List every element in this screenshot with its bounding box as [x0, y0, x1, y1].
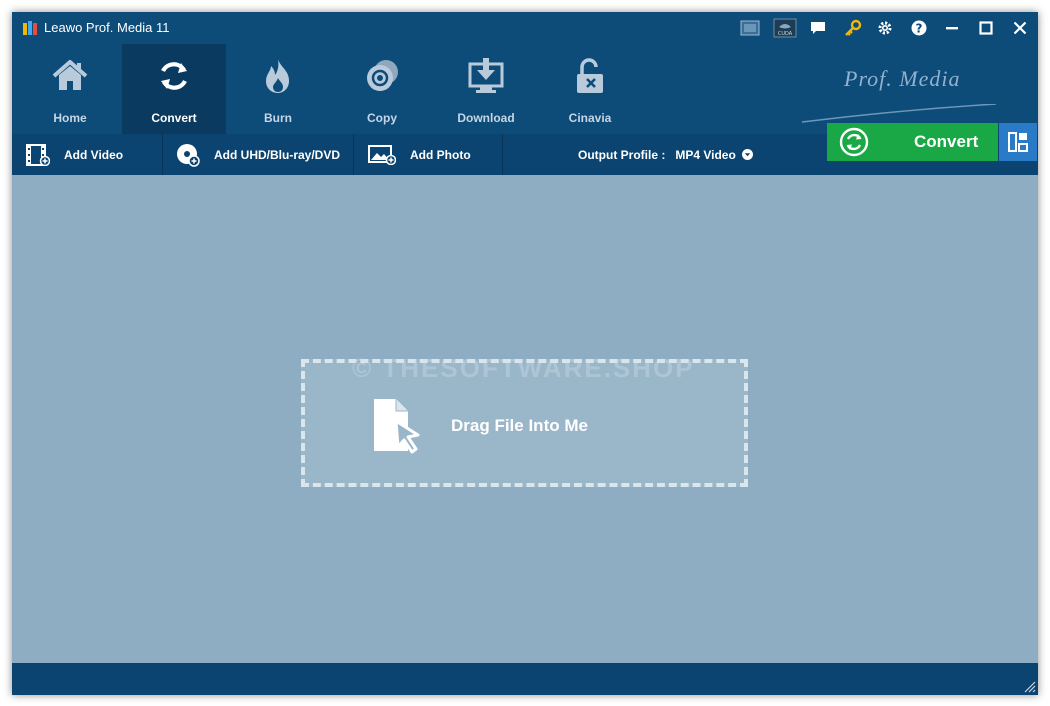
svg-text:?: ?: [916, 22, 923, 36]
layout-toggle-button[interactable]: [999, 123, 1037, 161]
cuda-icon[interactable]: CUDA: [772, 18, 798, 38]
nav-item-home[interactable]: Home: [18, 44, 122, 134]
close-icon[interactable]: [1009, 18, 1031, 38]
nav-label-convert: Convert: [151, 111, 197, 125]
add-disc-button[interactable]: Add UHD/Blu-ray/DVD: [176, 134, 340, 175]
brand-swoosh: [801, 104, 997, 123]
chevron-down-icon: [741, 149, 753, 160]
add-video-button[interactable]: Add Video: [26, 134, 123, 175]
svg-text:CUDA: CUDA: [778, 31, 793, 37]
flame-icon: [266, 59, 289, 93]
add-photo-button[interactable]: Add Photo: [368, 134, 471, 175]
disc-copy-icon: [367, 60, 398, 91]
nav-item-cinavia[interactable]: Cinavia: [538, 44, 642, 134]
maximize-icon[interactable]: [975, 18, 997, 38]
app-window: Leawo Prof. Media 11 CUDA ? Home Convert…: [12, 12, 1038, 695]
help-icon[interactable]: ?: [908, 18, 930, 38]
nav-label-burn: Burn: [264, 111, 292, 125]
screen-icon[interactable]: [739, 18, 761, 38]
convert-button-label: Convert: [914, 132, 979, 151]
nav-label-download: Download: [457, 111, 515, 125]
layout-icon: [1008, 132, 1028, 152]
toolbar-divider: [162, 134, 163, 175]
refresh-circle-icon: [839, 127, 869, 157]
window-title: Leawo Prof. Media 11: [44, 20, 170, 35]
refresh-icon: [161, 62, 187, 90]
unlock-icon: [577, 58, 603, 93]
add-video-label: Add Video: [64, 147, 124, 162]
module-nav: Home Convert Burn Copy Download Cinavia …: [12, 44, 1038, 134]
toolbar-divider: [353, 134, 354, 175]
output-profile-value: MP4 Video: [675, 147, 736, 162]
main-content: © THESOFTWARE.SHOP Drag File Into Me: [12, 175, 1038, 663]
brand-logo: Prof. Media: [844, 66, 961, 91]
minimize-icon[interactable]: [941, 18, 963, 38]
film-icon: [26, 143, 50, 166]
output-profile-selector[interactable]: Output Profile : MP4 Video: [578, 134, 753, 175]
nav-item-download[interactable]: Download: [434, 44, 538, 134]
download-icon: [468, 58, 504, 93]
add-photo-label: Add Photo: [410, 147, 471, 162]
output-profile-label: Output Profile :: [578, 147, 666, 162]
nav-item-convert[interactable]: Convert: [122, 44, 226, 134]
key-icon[interactable]: [842, 18, 864, 38]
nav-label-home: Home: [53, 111, 87, 125]
nav-label-copy: Copy: [367, 111, 397, 125]
title-bar: Leawo Prof. Media 11 CUDA ?: [12, 12, 1038, 44]
drop-zone-label: Drag File Into Me: [451, 416, 588, 435]
gear-icon[interactable]: [874, 18, 896, 38]
resize-grip-icon[interactable]: [1024, 681, 1036, 693]
file-pointer-icon: [374, 399, 420, 454]
toolbar-divider: [502, 134, 503, 175]
watermark-text: © THESOFTWARE.SHOP: [352, 353, 695, 383]
add-disc-label: Add UHD/Blu-ray/DVD: [214, 147, 341, 162]
photo-add-icon: [368, 144, 396, 165]
disc-add-icon: [176, 143, 200, 167]
convert-button[interactable]: Convert: [827, 123, 998, 161]
app-logo-icon: [23, 21, 37, 35]
chat-icon[interactable]: [807, 18, 829, 38]
nav-label-cinavia: Cinavia: [568, 111, 612, 125]
status-bar: [12, 663, 1038, 695]
nav-item-burn[interactable]: Burn: [226, 44, 330, 134]
home-icon: [52, 60, 88, 90]
nav-item-copy[interactable]: Copy: [330, 44, 434, 134]
